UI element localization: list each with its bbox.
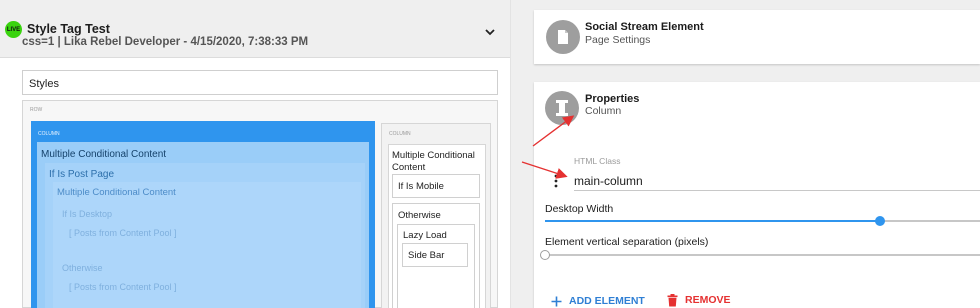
add-element-button[interactable]: ADD ELEMENT [551,293,645,308]
plus-icon [551,296,562,306]
card-subtitle: Page Settings [585,34,651,46]
sidebar-column[interactable]: COLUMN Multiple Conditional Content If I… [381,123,491,308]
column-icon [545,91,579,125]
page-title: Style Tag Test [27,22,110,36]
block-label: Multiple Conditional Content [57,187,176,198]
card-title: Properties [585,93,640,105]
editor-panel: LIVE Style Tag Test css=1 | Lika Rebel D… [0,0,511,308]
side-bar-block[interactable]: Side Bar [402,243,468,267]
page-header: LIVE Style Tag Test css=1 | Lika Rebel D… [0,0,510,58]
document-icon [546,20,580,54]
block-label: Multiple Conditional Content [392,150,475,173]
chevron-down-icon[interactable] [483,25,497,39]
if-is-mobile-block[interactable]: If Is Mobile [392,174,480,198]
selected-column[interactable]: COLUMN Multiple Conditional Content If I… [31,121,375,308]
otherwise-label: Otherwise [62,263,103,273]
trash-icon [667,293,678,306]
posts-placeholder: [ Posts from Content Pool ] [69,228,177,238]
row-container[interactable]: ROW COLUMN Multiple Conditional Content … [22,100,498,308]
html-class-input[interactable] [574,173,980,189]
element-card[interactable]: Social Stream Element Page Settings [534,10,980,64]
page-subtitle: css=1 | Lika Rebel Developer - 4/15/2020… [22,36,309,48]
remove-label: REMOVE [685,294,731,306]
multiple-conditional-content-block[interactable]: Multiple Conditional Content If Is Post … [37,142,369,308]
lazy-load-block[interactable]: Lazy Load Side Bar [397,224,475,308]
column-label: COLUMN [38,131,60,137]
posts-placeholder: [ Posts from Content Pool ] [69,282,177,292]
card-title: Social Stream Element [585,21,704,33]
block-label: Lazy Load [403,230,447,241]
slider-thumb[interactable] [875,216,885,226]
column-label: COLUMN [389,131,411,137]
block-label: Multiple Conditional Content [41,149,167,160]
slider-fill [545,220,880,222]
live-badge: LIVE [5,21,22,38]
input-underline [574,190,980,191]
if-is-desktop-label: If Is Desktop [62,209,113,219]
html-class-label: HTML Class [574,156,621,166]
card-subtitle: Column [585,105,622,117]
vertical-separation-label: Element vertical separation (pixels) [545,236,709,248]
properties-card: Properties Column HTML Class Desktop Wid… [534,82,980,308]
desktop-width-label: Desktop Width [545,203,614,215]
add-element-label: ADD ELEMENT [569,295,645,307]
remove-button[interactable]: REMOVE [667,292,731,308]
row-label: ROW [30,107,43,113]
vertical-separation-slider[interactable] [540,250,980,260]
slider-thumb[interactable] [540,250,550,260]
block-label: If Is Post Page [49,169,115,180]
more-vert-icon[interactable] [553,174,559,188]
block-label: Otherwise [398,210,441,221]
nested-conditional-content-block[interactable]: Multiple Conditional Content If Is Deskt… [53,182,361,308]
if-is-post-page-block[interactable]: If Is Post Page Multiple Conditional Con… [45,163,365,308]
styles-section[interactable]: Styles [22,70,498,95]
multiple-conditional-content-block[interactable]: Multiple Conditional Content If Is Mobil… [388,144,486,308]
desktop-width-slider[interactable] [545,216,980,226]
otherwise-block[interactable]: Otherwise Lazy Load Side Bar [392,203,480,308]
